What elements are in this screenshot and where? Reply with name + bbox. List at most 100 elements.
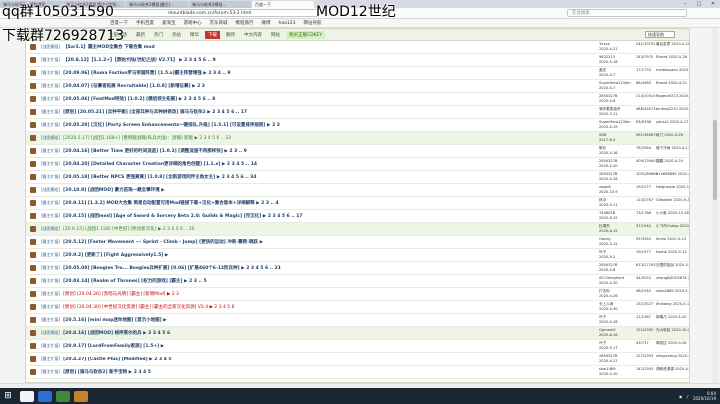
thread-category[interactable]: [霸主扩展] — [41, 356, 60, 362]
thread-row[interactable]: [霸主扩展] [20.04.20] [Detailed Character Cre… — [26, 158, 689, 171]
quick-nav-select[interactable]: 快速导航 — [645, 31, 675, 38]
browser-taskbar-icon[interactable] — [20, 390, 34, 402]
thread-row[interactable]: [霸主扩展] [20.05.18] [Better NPCS 更强黄黄] [1.0… — [26, 171, 689, 184]
thread-title[interactable]: [20.6.15] [战团1.158] [中世纪] [原创新汉化] ▶ 2 3 … — [63, 226, 553, 232]
thread-category[interactable]: [战团模组] — [41, 226, 60, 232]
thread-category[interactable]: [霸主扩展] — [41, 200, 60, 206]
thread-row[interactable]: [霸主扩展] 【20.8.12】【1.1.2+】【原始大陆(世纪之战) V2.71… — [26, 54, 689, 67]
thread-category[interactable]: [霸主扩展] — [41, 148, 60, 154]
thread-row[interactable]: [霸主扩展] [20.05.29] [汉化] [Party Screen Enha… — [26, 119, 689, 132]
bookmark-item[interactable]: 携程旅行 — [236, 20, 254, 26]
thread-last-post[interactable]: ydcxz2 2020-4-27 — [656, 120, 688, 125]
thread-title[interactable]: [20.04.16] [Better Time 更好的时间流逝] [1.0.3]… — [63, 148, 553, 154]
thread-row[interactable]: [霸主扩展] [20.5.16] [mini map迷你地图] [显示小地图] ▶… — [26, 314, 689, 327]
thread-row[interactable]: [霸主扩展] [20.5.12] [Faster Movement --- Spr… — [26, 236, 689, 249]
thread-row[interactable]: [霸主扩展] [20.8.15] [战团mod] [Age of Sword & … — [26, 210, 689, 223]
thread-row[interactable]: [霸主扩展] [20.09.06] [Roma Faction罗马帝国阵营] [1… — [26, 67, 689, 80]
thread-last-post[interactable]: mediaxpens 2020-4-24 — [656, 68, 689, 73]
thread-row[interactable]: [霸主扩展] [20.4.27] [Castle Plus] [Modified]… — [26, 353, 689, 366]
thread-row[interactable]: [战团模组] 【Sa/3.1】霸主MOD全集合 下载合集 mod 3xxxx 2020… — [26, 41, 689, 54]
thread-title[interactable]: [20.9.17] [LordFromFamily家族] [1.5+] ▶ — [63, 343, 553, 349]
forum-nav-item[interactable]: 中文内容 — [241, 31, 265, 39]
forum-nav-item[interactable]: 热门 — [151, 31, 166, 39]
thread-title[interactable]: [20.9.2] [更新了] [Fight Aggressively1.5] ▶ — [63, 252, 553, 258]
browser-tab-active[interactable]: 百度一下 — [252, 0, 314, 8]
thread-title[interactable]: [20.03.14] [Realm of Thrones] [权力的游戏] [霸… — [63, 278, 553, 284]
thread-title[interactable]: [原创] [骑马与砍杀2] 新手宝物 ▶ 2 3 4 5 — [63, 369, 553, 375]
thread-row[interactable]: [霸主扩展] [20.9.17] [LordFromFamily家族] [1.5+… — [26, 340, 689, 353]
thread-row[interactable]: [战团模组] [2020.5.17] [战团1.168+] [重制版战锤(私兵大陆… — [26, 132, 689, 145]
thread-title[interactable]: [20.8.15] [战团mod] [Age of Sword & Sorcer… — [63, 213, 553, 219]
thread-title[interactable]: [原创] [20.04.26] [黑暗与光明] [霸主] [新增Mod] ▶ 2… — [63, 291, 553, 297]
thread-last-post[interactable]: Rogera9223 2020-4-25 — [656, 94, 689, 99]
thread-title[interactable]: [20.10.9] [战团MOD] 暴力苗珠一概全事环境 ▶ — [63, 187, 553, 193]
thread-title[interactable]: [20.04.07] [征募者拓展 Recruitable] [1.0.8] [… — [63, 83, 553, 89]
page-scrollbar[interactable] — [712, 28, 718, 383]
thread-row[interactable]: [霸主扩展] [20.04.16] [Better Time 更好的时间流逝] [… — [26, 145, 689, 158]
thread-category[interactable]: [霸主扩展] — [41, 343, 60, 349]
thread-category[interactable]: [霸主扩展] — [41, 239, 60, 245]
volume-icon[interactable]: ♪ — [686, 394, 689, 399]
bookmark-item[interactable]: 游戏中心 — [184, 20, 202, 26]
app-taskbar-icon[interactable] — [56, 390, 70, 402]
close-icon[interactable]: ✕ — [706, 1, 720, 7]
thread-row[interactable]: [战团模组] [20.8.16] [战团MOD] 格呼莱尔的兵 ▶ 2 3 4 5… — [26, 327, 689, 340]
thread-last-post[interactable]: 郭柏拉 2020-9-26 — [656, 341, 687, 346]
thread-row[interactable]: [战团模组] [20.10.9] [战团MOD] 暴力苗珠一概全事环境 ▶ voge… — [26, 184, 689, 197]
app-taskbar-icon[interactable] — [74, 390, 88, 402]
thread-row[interactable]: [霸主扩展] [20.9.2] [更新了] [Fight Aggressively… — [26, 249, 689, 262]
thread-last-post[interactable]: Ithikatoy 2020-5-11 — [656, 302, 689, 307]
thread-title[interactable]: [20.5.12] [Faster Movement --- Sprint - … — [63, 239, 553, 245]
thread-category[interactable]: [霸主扩展] — [41, 161, 60, 167]
clock[interactable]: 0:04 2020/10/19 — [693, 391, 716, 401]
thread-row[interactable]: [霸主扩展] [原创] [20.04.26] [黑暗与光明] [霸主] [新增Mo… — [26, 288, 689, 301]
thread-category[interactable]: [霸主扩展] — [41, 96, 60, 102]
thread-category[interactable]: [霸主扩展] — [41, 122, 60, 128]
thread-category[interactable]: [霸主扩展] — [41, 57, 60, 63]
bookmark-item[interactable]: hao123 — [279, 21, 296, 26]
thread-category[interactable]: [霸主扩展] — [41, 83, 60, 89]
thread-title[interactable]: [20.4.27] [Castle Plus] [Modified] ▶ 2 3… — [63, 357, 553, 362]
thread-title[interactable]: [2020.5.17] [战团1.168+] [重制版战锤(私兵大陆)：战锤] … — [63, 135, 553, 141]
thread-title[interactable]: [20.8.16] [战团MOD] 格呼莱尔的兵 ▶ 2 3 4 5 6 — [63, 330, 553, 336]
thread-last-post[interactable]: Giltsbeth 2020-9-30 — [656, 198, 689, 203]
thread-last-post[interactable]: 最后发表 2020-4-20 — [656, 42, 689, 47]
thread-last-post[interactable]: 翻翻 2020-4-24 — [656, 159, 683, 164]
thread-title[interactable]: [20.04.20] [Detailed Character Creation更… — [63, 161, 553, 167]
thread-category[interactable]: [霸主扩展] — [41, 369, 60, 375]
thread-row[interactable]: [霸主扩展] [原创] [20.04.30] [中世纪汉化资源] [霸主] [霸主… — [26, 301, 689, 314]
thread-last-post[interactable]: 光大哈哈 2020-10-20 — [656, 328, 689, 333]
thread-title[interactable]: 【20.8.12】【1.1.2+】【原始大陆(世纪之战) V2.71】 ▶ 2 … — [63, 57, 553, 63]
search-input[interactable]: 在此搜索 — [567, 9, 687, 17]
thread-category[interactable]: [霸主扩展] — [41, 174, 60, 180]
browser-tab[interactable]: 骑马与砍杀2模组|霸主|... — [126, 0, 188, 8]
thread-last-post[interactable]: 北门 2020-4-26 — [656, 133, 683, 138]
bookmark-item[interactable]: 手机百度 — [136, 20, 154, 26]
thread-row[interactable]: [霸主扩展] [原创] [20.05.21] [兵种平衡] [全部兵种与兵种树修改… — [26, 106, 689, 119]
thread-category[interactable]: [霸主扩展] — [41, 304, 60, 310]
thread-last-post[interactable]: 小飞鸟Ycalop 2020-10-17 — [656, 224, 689, 229]
thread-last-post[interactable]: 调研资源源 2020-4-20 — [656, 367, 689, 372]
thread-row[interactable]: [霸主扩展] [原创] [骑马与砍杀2] 新手宝物 ▶ 2 3 4 5 shai14… — [26, 366, 689, 379]
bookmark-item[interactable]: 微博 — [262, 20, 271, 26]
thread-category[interactable]: [霸主扩展] — [41, 291, 60, 297]
forum-nav-item[interactable]: 网站 — [268, 31, 283, 39]
thread-row[interactable]: [霸主扩展] [20.03.14] [Realm of Thrones] [权力的… — [26, 275, 689, 288]
thread-category[interactable]: [战团模组] — [41, 187, 60, 193]
bookmark-item[interactable]: 爱淘宝 — [162, 20, 176, 26]
thread-title[interactable]: [20.09.06] [Roma Faction罗马帝国阵营] [1.5.x]霸… — [63, 70, 553, 76]
thread-title[interactable]: [20.05.08] [Boogies Tro... Boogies兵种扩展] … — [63, 265, 553, 271]
thread-category[interactable]: [战团模组] — [41, 330, 60, 336]
thread-category[interactable]: [霸主扩展] — [41, 70, 60, 76]
forum-nav-item[interactable]: 翻译 — [223, 31, 238, 39]
thread-row[interactable]: [霸主扩展] [20.05.08] [Boogies Tro... Boogies… — [26, 262, 689, 275]
thread-row[interactable]: [霸主扩展] [20.05.06] [FeatMod特效] [1.0.2] [模组… — [26, 93, 689, 106]
thread-category[interactable]: [战团模组] — [41, 44, 60, 50]
thread-last-post[interactable]: h1h698899 2020-4-22 — [656, 172, 689, 177]
thread-last-post[interactable]: Rizard 2020-4-21 — [656, 81, 687, 86]
network-icon[interactable]: ◉ — [679, 394, 683, 399]
thread-row[interactable]: [霸主扩展] [20.04.07] [征募者拓展 Recruitable] [1.… — [26, 80, 689, 93]
thread-last-post[interactable]: 无限的挑战 2020-5-13 — [656, 263, 689, 268]
thread-last-post[interactable]: fanhe 2020-5-13 — [656, 237, 686, 242]
thread-last-post[interactable]: birding2210 2020-5-20 — [656, 107, 689, 112]
